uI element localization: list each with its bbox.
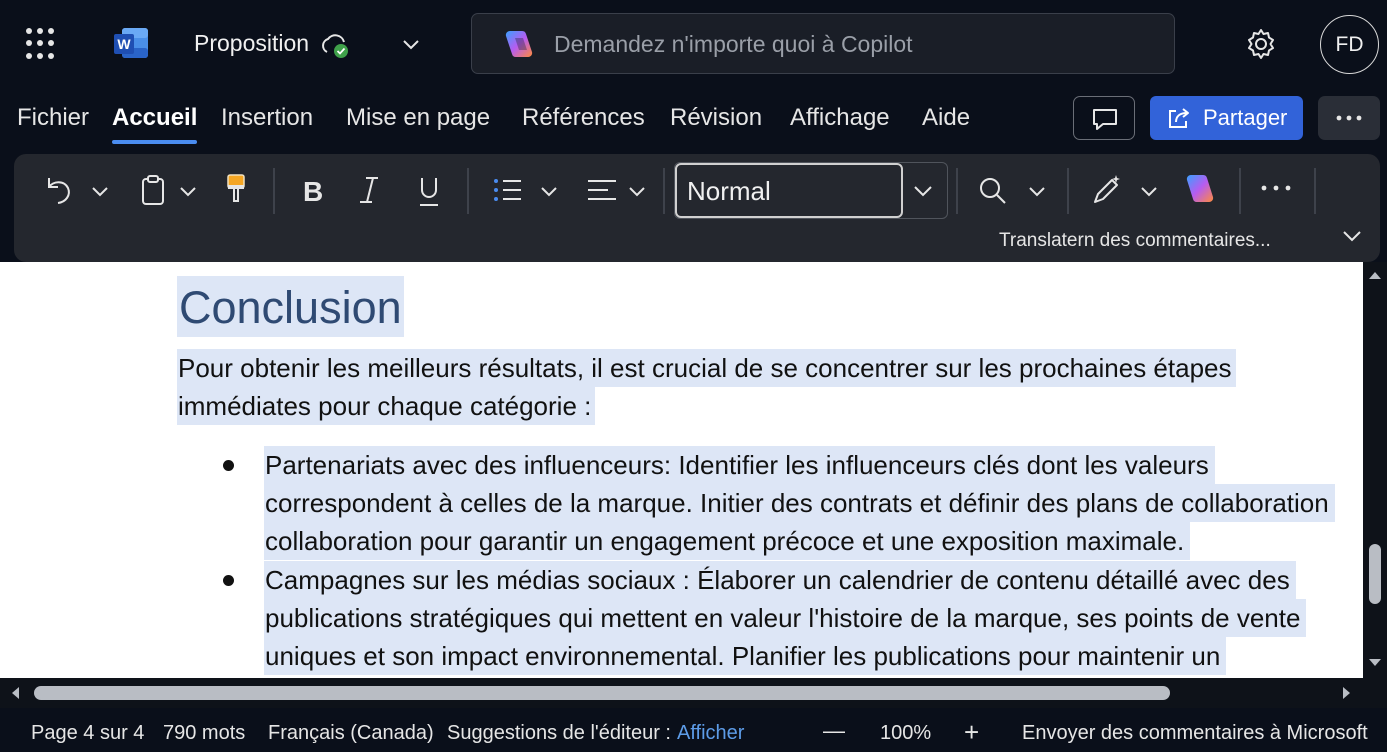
tab-mise-en-page[interactable]: Mise en page <box>346 104 490 144</box>
avatar[interactable]: FD <box>1320 15 1379 74</box>
ellipsis-icon <box>1336 115 1362 121</box>
paste-dropdown-chevron-icon[interactable] <box>178 181 198 201</box>
page-count[interactable]: Page 4 sur 4 <box>31 722 144 745</box>
status-bar: Page 4 sur 4 790 mots Français (Canada) … <box>0 708 1387 752</box>
bold-icon[interactable]: B <box>300 174 326 206</box>
bullet-line[interactable]: uniques et son impact environnemental. P… <box>264 637 1227 675</box>
bullet-line[interactable]: correspondent à celles de la marque. Ini… <box>264 484 1335 522</box>
zoom-in-button[interactable]: + <box>964 717 979 748</box>
share-button[interactable]: Partager <box>1150 96 1303 140</box>
word-logo-icon[interactable]: W <box>112 26 150 60</box>
zoom-level[interactable]: 100% <box>880 722 931 745</box>
tab-insertion[interactable]: Insertion <box>221 104 313 144</box>
bullet-line[interactable]: collaboration pour garantir un engagemen… <box>264 522 1191 560</box>
bullet-dot <box>223 460 234 471</box>
ribbon-divider <box>273 168 275 214</box>
word-count[interactable]: 790 mots <box>163 722 245 745</box>
bullets-dropdown-chevron-icon[interactable] <box>539 181 559 201</box>
zoom-out-button[interactable]: — <box>823 718 845 744</box>
more-options-button[interactable] <box>1318 96 1380 140</box>
scroll-up-icon[interactable] <box>1368 270 1382 280</box>
style-selector[interactable]: Normal <box>674 162 948 219</box>
bullet-list-icon[interactable] <box>492 176 524 204</box>
undo-dropdown-chevron-icon[interactable] <box>90 181 110 201</box>
tab-fichier[interactable]: Fichier <box>17 104 89 144</box>
svg-text:B: B <box>303 176 323 206</box>
copilot-input[interactable] <box>554 24 1154 64</box>
ribbon-expand-chevron-icon[interactable] <box>1340 226 1364 246</box>
editor-dropdown-chevron-icon[interactable] <box>1139 181 1159 201</box>
tab-aide[interactable]: Aide <box>922 104 970 144</box>
editor-suggestions-label: Suggestions de l'éditeur : <box>447 722 671 744</box>
ribbon-divider <box>956 168 958 214</box>
cloud-saved-icon[interactable] <box>318 30 354 60</box>
feedback-link[interactable]: Envoyer des commentaires à Microsoft <box>1022 722 1368 745</box>
scroll-down-icon[interactable] <box>1368 658 1382 668</box>
ribbon-divider <box>1314 168 1316 214</box>
horizontal-scroll-thumb[interactable] <box>34 686 1170 700</box>
translate-comments-label[interactable]: Translatern des commentaires... <box>999 230 1271 252</box>
menu-bar: Fichier Accueil Insertion Mise en page R… <box>0 92 1387 152</box>
style-value[interactable]: Normal <box>675 163 903 218</box>
ribbon-toolbar: B Normal Translatern des commentaires... <box>14 154 1380 262</box>
bullet-dot <box>223 575 234 586</box>
app-launcher-icon[interactable] <box>26 28 58 60</box>
italic-icon[interactable] <box>356 174 382 206</box>
bullet-line[interactable]: Campagnes sur les médias sociaux : Élabo… <box>264 561 1296 599</box>
heading-conclusion[interactable]: Conclusion <box>177 276 404 337</box>
title-bar: W Proposition FD <box>0 0 1387 92</box>
chevron-down-icon[interactable] <box>400 33 422 55</box>
align-left-icon[interactable] <box>586 176 618 204</box>
paragraph-line[interactable]: Pour obtenir les meilleurs résultats, il… <box>177 349 1236 387</box>
scroll-left-icon[interactable] <box>10 686 20 700</box>
bullet-line[interactable]: publications stratégiques qui mettent en… <box>264 599 1307 637</box>
find-dropdown-chevron-icon[interactable] <box>1027 181 1047 201</box>
horizontal-scrollbar[interactable] <box>0 678 1387 708</box>
bullet-line[interactable]: Partenariats avec des influenceurs: Iden… <box>264 446 1215 484</box>
ribbon-more-icon[interactable] <box>1260 184 1292 192</box>
word-logo-letter: W <box>117 36 131 52</box>
tab-revision[interactable]: Révision <box>670 104 762 144</box>
undo-icon[interactable] <box>44 174 74 206</box>
style-dropdown-chevron-icon[interactable] <box>911 179 935 203</box>
ribbon-divider <box>1239 168 1241 214</box>
document-canvas[interactable]: Conclusion Pour obtenir les meilleurs ré… <box>0 262 1363 678</box>
share-icon <box>1169 108 1189 128</box>
vertical-scrollbar[interactable] <box>1363 262 1387 678</box>
comment-icon <box>1093 109 1117 130</box>
tab-affichage[interactable]: Affichage <box>790 104 890 144</box>
vertical-scroll-thumb[interactable] <box>1369 544 1381 604</box>
share-label: Partager <box>1203 105 1288 130</box>
document-title[interactable]: Proposition <box>194 30 309 57</box>
format-painter-icon[interactable] <box>222 172 250 206</box>
comments-button[interactable] <box>1073 96 1135 140</box>
paragraph-line[interactable]: immédiates pour chaque catégorie : <box>177 387 596 425</box>
editor-pen-icon[interactable] <box>1090 172 1124 206</box>
underline-icon[interactable] <box>416 174 442 208</box>
tab-references[interactable]: Références <box>522 104 645 144</box>
editor-suggestions-link[interactable]: Afficher <box>677 722 744 745</box>
scroll-right-icon[interactable] <box>1342 686 1352 700</box>
clipboard-icon[interactable] <box>140 174 166 206</box>
search-icon[interactable] <box>978 176 1008 206</box>
ribbon-divider <box>1067 168 1069 214</box>
tab-accueil[interactable]: Accueil <box>112 104 198 144</box>
ribbon-divider <box>467 168 469 214</box>
language[interactable]: Français (Canada) <box>268 722 434 745</box>
ribbon-divider <box>663 168 665 214</box>
copilot-icon <box>505 30 533 58</box>
copilot-search-box[interactable] <box>471 13 1175 74</box>
copilot-ribbon-icon[interactable] <box>1182 172 1218 206</box>
gear-icon[interactable] <box>1244 27 1278 61</box>
align-dropdown-chevron-icon[interactable] <box>627 181 647 201</box>
